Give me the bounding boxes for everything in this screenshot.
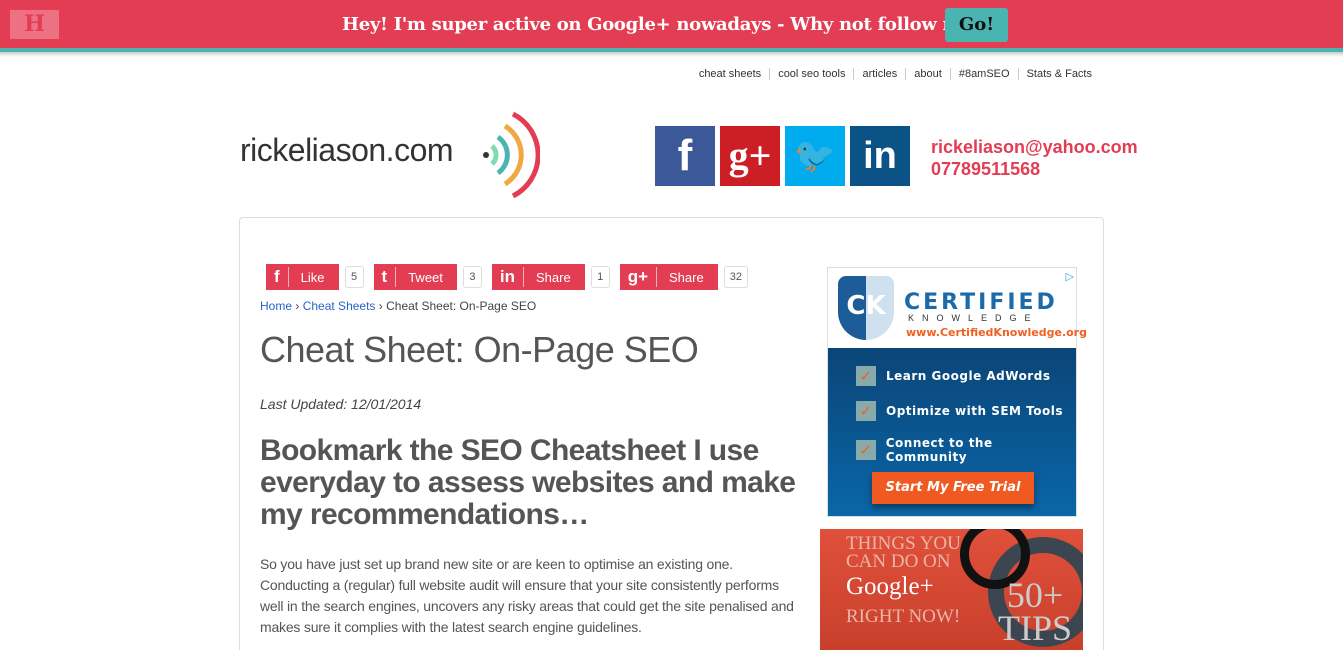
ad-url: www.CertifiedKnowledge.org	[906, 326, 1087, 339]
linkedin-icon[interactable]: in	[850, 126, 910, 186]
page-title: Cheat Sheet: On-Page SEO	[260, 329, 699, 370]
breadcrumb-cheat-sheets[interactable]: Cheat Sheets	[303, 299, 376, 313]
contact-info: rickeliason@yahoo.com 07789511568	[931, 136, 1138, 180]
checkbox-icon: ✓	[856, 366, 876, 386]
linkedin-count: 1	[590, 266, 610, 288]
nav-about[interactable]: about	[905, 68, 950, 80]
checkbox-icon: ✓	[856, 440, 876, 460]
ck-shield-logo: CK	[838, 276, 894, 340]
google-plus-count: 32	[723, 266, 748, 288]
logo-text: rickeliason.com	[240, 132, 454, 168]
ad-text: RIGHT NOW!	[846, 606, 961, 627]
nav-articles[interactable]: articles	[853, 68, 905, 80]
phone-number: 07789511568	[931, 159, 1041, 179]
article-subtitle: Bookmark the SEO Cheatsheet I use everyd…	[260, 434, 796, 531]
site-logo[interactable]: rickeliason.com	[240, 110, 540, 200]
ad-item: ✓ Learn Google AdWords	[856, 366, 1076, 386]
like-count: 5	[344, 266, 364, 288]
breadcrumb-current: Cheat Sheet: On-Page SEO	[386, 299, 537, 313]
breadcrumb-separator: ›	[378, 299, 383, 313]
ad-brand: CERTIFIED	[904, 290, 1058, 315]
google-plus-share-button[interactable]: g+ Share	[619, 264, 718, 290]
tips-text: 50+ TIPS	[998, 575, 1073, 648]
go-button[interactable]: Go!	[945, 8, 1008, 42]
ad-brand: Google+	[846, 573, 934, 600]
share-bar: f Like 5 t Tweet 3 in Share 1 g+ Share 32	[266, 264, 752, 290]
certified-knowledge-ad[interactable]: CK CERTIFIED KNOWLEDGE www.CertifiedKnow…	[827, 267, 1087, 517]
bar-shadow	[0, 52, 1343, 57]
tweet-count: 3	[462, 266, 482, 288]
top-nav: cheat sheets cool seo tools articles abo…	[691, 68, 1100, 80]
nav-8amseo[interactable]: #8amSEO	[949, 68, 1018, 80]
intro-paragraph: So you have just set up brand new site o…	[260, 556, 794, 635]
breadcrumb: Home › Cheat Sheets › Cheat Sheet: On-Pa…	[260, 299, 536, 313]
promo-text: Hey! I'm super active on Google+ nowaday…	[342, 14, 983, 35]
promo-bar: H Hey! I'm super active on Google+ nowad…	[0, 0, 1343, 48]
site-badge-icon[interactable]: H	[10, 10, 59, 39]
breadcrumb-home[interactable]: Home	[260, 299, 292, 313]
facebook-like-button[interactable]: f Like	[266, 264, 339, 290]
tweet-button[interactable]: t Tweet	[373, 264, 457, 290]
ad-item: ✓ Connect to the Community	[856, 436, 1076, 464]
ad-text: CAN DO ON	[846, 551, 951, 572]
nav-stats-facts[interactable]: Stats & Facts	[1017, 68, 1100, 80]
google-plus-icon: g+	[628, 267, 658, 287]
checkbox-icon: ✓	[856, 401, 876, 421]
last-updated: Last Updated: 12/01/2014	[260, 396, 422, 412]
linkedin-share-button[interactable]: in Share	[491, 264, 585, 290]
nav-cool-seo-tools[interactable]: cool seo tools	[769, 68, 853, 80]
ad-brand-sub: KNOWLEDGE	[908, 313, 1039, 323]
facebook-icon: f	[274, 267, 289, 287]
share-label: Share	[669, 269, 704, 285]
twitter-icon: t	[382, 267, 397, 287]
google-plus-icon[interactable]: g+	[720, 126, 780, 186]
free-trial-button[interactable]: Start My Free Trial	[872, 472, 1034, 504]
share-label: Share	[536, 269, 571, 285]
signal-waves-icon	[483, 111, 540, 199]
ad-item: ✓ Optimize with SEM Tools	[856, 401, 1076, 421]
nav-cheat-sheets[interactable]: cheat sheets	[691, 68, 769, 80]
linkedin-icon: in	[500, 267, 524, 287]
share-label: Tweet	[408, 269, 443, 285]
adchoices-icon[interactable]: ▷	[1066, 270, 1074, 283]
facebook-icon[interactable]: f	[655, 126, 715, 186]
breadcrumb-separator: ›	[295, 299, 300, 313]
email-link[interactable]: rickeliason@yahoo.com	[931, 136, 1138, 158]
twitter-icon[interactable]: 🐦	[785, 126, 845, 186]
google-plus-tips-ad[interactable]: THINGS YOU CAN DO ON Google+ RIGHT NOW! …	[820, 529, 1083, 650]
share-label: Like	[300, 269, 325, 285]
